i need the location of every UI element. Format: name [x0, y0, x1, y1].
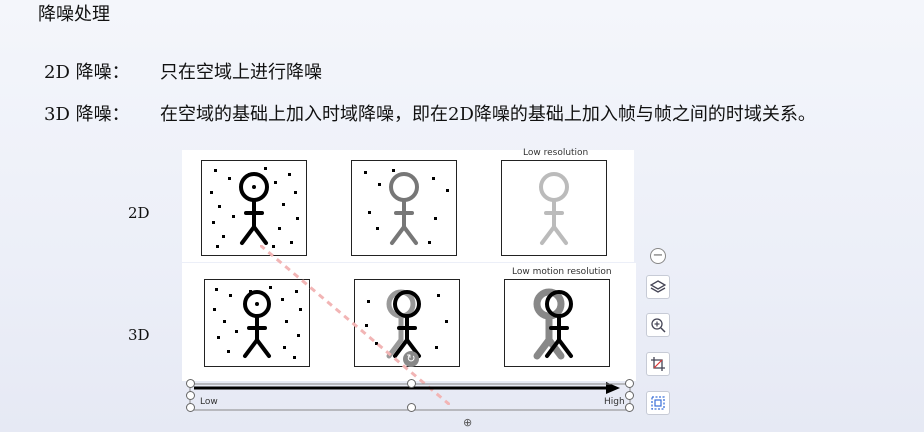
rotate-handle-icon[interactable]: ↻ — [403, 351, 419, 367]
axis-label-low: Low — [200, 397, 218, 407]
layers-icon — [650, 280, 666, 293]
resize-handle-bottom-middle[interactable] — [407, 403, 416, 412]
text-3d-denoise: 在空域的基础上加入时域降噪，即在2D降噪的基础上加入帧与帧之间的时域关系。 — [160, 104, 816, 125]
resize-handle-top-left[interactable] — [186, 379, 195, 388]
frame-2d-denoised-partial — [351, 160, 457, 256]
fit-frame-icon — [651, 396, 665, 410]
label-3d-denoise: 3D 降噪： — [44, 104, 130, 125]
resize-handle-bottom-left[interactable] — [186, 403, 195, 412]
layers-button[interactable] — [646, 275, 670, 299]
resize-handle-top-right[interactable] — [625, 379, 634, 388]
frame-3d-noisy — [204, 279, 310, 367]
section-heading: 降噪处理 — [38, 4, 110, 25]
resize-handle-middle-right[interactable] — [625, 391, 634, 400]
figure-2d-panel[interactable]: Low resolution — [182, 148, 634, 262]
row-label-2d: 2D — [128, 204, 150, 222]
paragraph-2d: 2D 降噪： 只在空域上进行降噪 — [44, 58, 322, 84]
zoom-button[interactable] — [646, 313, 670, 337]
anchor-icon[interactable]: ⊕ — [463, 416, 472, 429]
caption-low-motion-resolution: Low motion resolution — [512, 267, 612, 277]
text-2d-denoise: 只在空域上进行降噪 — [160, 62, 322, 83]
resize-handle-top-middle[interactable] — [407, 379, 416, 388]
zoom-in-icon — [651, 318, 666, 333]
frame-3d-motion-blur — [504, 279, 610, 367]
resolution-axis: Low High — [186, 378, 636, 414]
collapse-toolbar-button[interactable]: − — [650, 248, 666, 264]
paragraph-3d: 3D 降噪： 在空域的基础上加入时域降噪，即在2D降噪的基础上加入帧与帧之间的时域… — [44, 100, 816, 126]
resize-handle-bottom-right[interactable] — [625, 403, 634, 412]
resize-handle-middle-left[interactable] — [186, 391, 195, 400]
crop-icon — [651, 357, 665, 371]
frame-2d-blurred — [501, 160, 607, 256]
crop-button[interactable] — [646, 352, 670, 376]
row-label-3d: 3D — [128, 326, 150, 344]
caption-low-resolution: Low resolution — [523, 148, 589, 158]
frame-2d-noisy — [201, 160, 307, 256]
fit-image-button[interactable] — [646, 391, 670, 415]
axis-label-high: High — [604, 397, 625, 407]
label-2d-denoise: 2D 降噪： — [44, 62, 130, 83]
